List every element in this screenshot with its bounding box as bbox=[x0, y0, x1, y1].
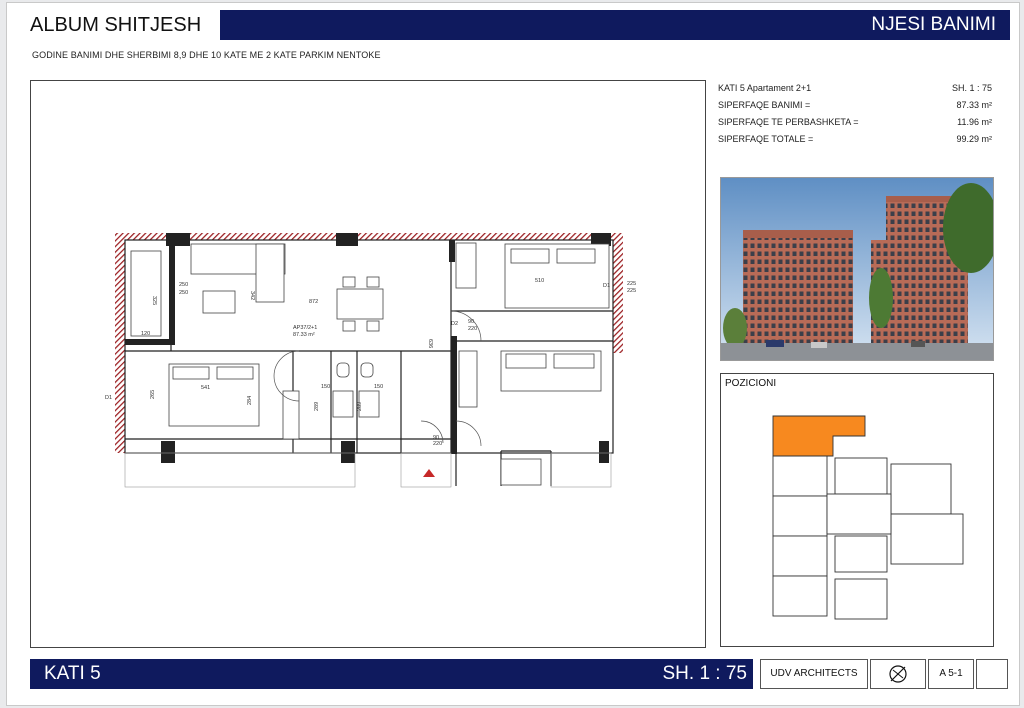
dim-label: 289 bbox=[357, 402, 363, 411]
dim-label: 265 bbox=[150, 390, 156, 399]
building-render-image bbox=[720, 177, 994, 361]
highlighted-unit bbox=[772, 415, 866, 457]
dim-label: 225 bbox=[627, 288, 636, 294]
dim-label: 284 bbox=[247, 396, 253, 405]
area-label: SIPERFAQE TOTALE = bbox=[718, 134, 814, 144]
blank-cell bbox=[976, 659, 1008, 689]
dim-label: 220 bbox=[468, 326, 477, 332]
album-title: ALBUM SHITJESH bbox=[30, 14, 202, 36]
area-row: SIPERFAQE TOTALE = 99.29 m² bbox=[718, 131, 992, 148]
area-label: SIPERFAQE TE PERBASHKETA = bbox=[718, 117, 859, 127]
area-value: 87.33 m² bbox=[956, 100, 992, 110]
dim-label: 872 bbox=[309, 299, 318, 305]
footer-bar: KATI 5 SH. 1 : 75 bbox=[30, 659, 753, 689]
section-title: NJESI BANIMI bbox=[871, 14, 996, 35]
dim-label: D2 bbox=[451, 321, 458, 327]
floor-plan-frame: 250 250 325 872 342 120 541 265 284 150 … bbox=[30, 80, 706, 648]
area-info-block: KATI 5 Apartament 2+1 SH. 1 : 75 SIPERFA… bbox=[718, 80, 992, 148]
area-label: SIPERFAQE BANIMI = bbox=[718, 100, 811, 110]
exterior-wall-right bbox=[613, 233, 623, 353]
udv-logo-icon bbox=[870, 659, 926, 689]
footer-scale: SH. 1 : 75 bbox=[662, 663, 748, 684]
dim-label: 250 bbox=[179, 290, 188, 296]
entrance-marker-icon bbox=[423, 469, 435, 477]
area-row: SIPERFAQE TE PERBASHKETA = 11.96 m² bbox=[718, 114, 992, 131]
dim-label: 120 bbox=[141, 331, 150, 337]
exterior-wall-top bbox=[115, 233, 623, 240]
dim-label: 541 bbox=[201, 385, 210, 391]
architect-cell: UDV ARCHITECTS bbox=[760, 659, 868, 689]
project-subtitle: GODINE BANIMI DHE SHERBIMI 8,9 DHE 10 KA… bbox=[32, 50, 381, 60]
footer-floor: KATI 5 bbox=[44, 663, 101, 684]
dim-label: D1 bbox=[603, 283, 610, 289]
dim-label: 342 bbox=[249, 291, 255, 300]
dim-label: 510 bbox=[535, 278, 544, 284]
scale-label: SH. 1 : 75 bbox=[951, 83, 992, 93]
dim-label: 636 bbox=[427, 339, 433, 348]
dim-label: 225 bbox=[627, 281, 636, 287]
dim-label: 150 bbox=[321, 384, 330, 390]
dim-label: 325 bbox=[151, 296, 157, 305]
dim-label: 220 bbox=[433, 441, 442, 447]
dim-label: 90 bbox=[468, 319, 474, 325]
unit-label: AP37/2+1 bbox=[293, 325, 317, 331]
dim-label: D1 bbox=[105, 395, 112, 401]
floor-plan-drawing: 250 250 325 872 342 120 541 265 284 150 … bbox=[105, 233, 636, 488]
position-key-plan: POZICIONI bbox=[720, 373, 994, 647]
exterior-wall-left bbox=[115, 233, 125, 453]
area-value: 99.29 m² bbox=[956, 134, 992, 144]
area-value: 11.96 m² bbox=[957, 117, 992, 127]
dim-label: 250 bbox=[179, 282, 188, 288]
area-row: SIPERFAQE BANIMI = 87.33 m² bbox=[718, 97, 992, 114]
floor-apartment-label: KATI 5 Apartament 2+1 bbox=[718, 83, 812, 93]
dim-label: 289 bbox=[314, 402, 320, 411]
section-title-bar: NJESI BANIMI bbox=[220, 10, 1010, 40]
sheet-number: A 5-1 bbox=[928, 659, 974, 689]
unit-area: 87.33 m² bbox=[293, 332, 315, 338]
dim-label: 150 bbox=[374, 384, 383, 390]
